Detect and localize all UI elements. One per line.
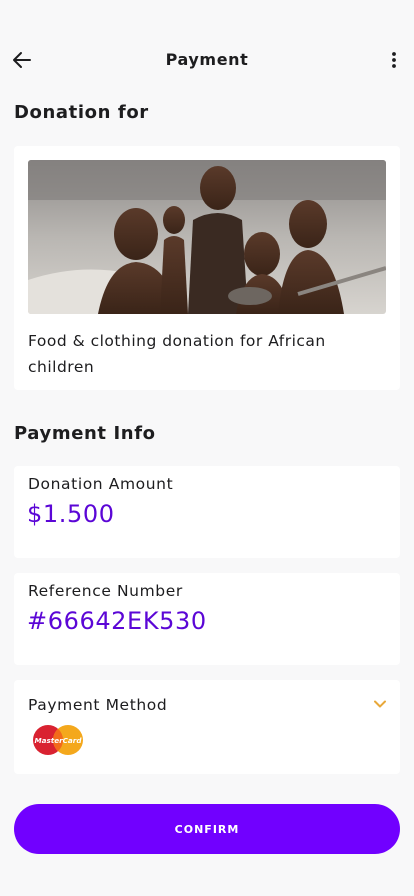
- payment-info-section-title: Payment Info: [14, 423, 156, 444]
- payment-screen: Payment Donation for Food & clothing don…: [0, 0, 414, 896]
- more-vertical-icon: [392, 52, 396, 68]
- donation-title: Food & clothing donation for African chi…: [28, 332, 326, 376]
- children-photo: [28, 160, 386, 314]
- confirm-button[interactable]: CONFIRM: [14, 804, 400, 854]
- reference-number-label: Reference Number: [28, 582, 183, 600]
- donation-image: [28, 160, 386, 314]
- payment-method-select[interactable]: Payment Method MasterCard: [14, 680, 400, 774]
- payment-method-label: Payment Method: [28, 696, 168, 714]
- mastercard-logo-text: MasterCard: [35, 736, 83, 745]
- mastercard-logo: MasterCard: [33, 725, 83, 755]
- app-header: Payment: [0, 40, 414, 80]
- donation-section-title: Donation for: [14, 102, 149, 123]
- more-options-button[interactable]: [382, 48, 406, 72]
- donation-amount-label: Donation Amount: [28, 475, 174, 493]
- donation-amount-card: Donation Amount $1.500: [14, 466, 400, 558]
- reference-number-value: #66642EK530: [27, 607, 207, 635]
- reference-number-card: Reference Number #66642EK530: [14, 573, 400, 665]
- chevron-down-icon[interactable]: [372, 696, 388, 712]
- donation-amount-value: $1.500: [27, 500, 115, 528]
- page-title: Payment: [165, 50, 249, 69]
- donation-card[interactable]: Food & clothing donation for African chi…: [14, 146, 400, 390]
